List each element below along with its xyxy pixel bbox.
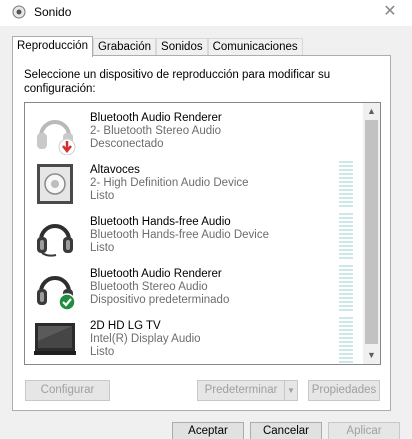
device-name: 2D HD LG TV	[90, 320, 161, 332]
apply-button[interactable]: Aplicar	[328, 422, 400, 439]
tab-communications[interactable]: Comunicaciones	[207, 38, 303, 56]
set-default-dropdown-icon[interactable]: ▼	[284, 380, 298, 401]
headphones-default-icon	[37, 276, 76, 311]
device-description: 2- Bluetooth Stereo Audio	[90, 125, 222, 137]
set-default-button[interactable]: Predeterminar	[197, 380, 285, 401]
device-item[interactable]: Bluetooth Audio Renderer Bluetooth Stere…	[25, 263, 365, 315]
device-status: Listo	[90, 346, 115, 358]
speaker-app-icon	[12, 5, 26, 19]
device-status: Desconectado	[90, 138, 164, 150]
headphones-disconnected-icon	[37, 120, 76, 155]
monitor-icon	[34, 323, 76, 355]
device-name: Altavoces	[90, 164, 140, 176]
window-title: Sonido	[34, 5, 72, 19]
volume-level-meter	[339, 161, 353, 207]
title-bar: Sonido ✕	[0, 0, 412, 26]
device-description: Intel(R) Display Audio	[90, 333, 201, 345]
vertical-scrollbar[interactable]: ▲ ▼	[363, 103, 380, 364]
tab-playback[interactable]: Reproducción	[12, 36, 93, 57]
device-item[interactable]: Bluetooth Hands-free Audio Bluetooth Han…	[25, 211, 365, 263]
device-status: Listo	[90, 242, 115, 254]
volume-level-meter	[339, 317, 353, 363]
device-status: Dispositivo predeterminado	[90, 294, 230, 306]
configure-button[interactable]: Configurar	[25, 380, 110, 401]
tab-sounds[interactable]: Sonidos	[156, 38, 208, 56]
headset-icon	[37, 224, 73, 257]
tab-recording[interactable]: Grabación	[92, 38, 157, 56]
device-description: Bluetooth Hands-free Audio Device	[90, 229, 269, 241]
accept-button[interactable]: Aceptar	[172, 422, 244, 439]
speaker-icon	[37, 164, 73, 204]
device-name: Bluetooth Audio Renderer	[90, 112, 222, 124]
playback-panel: Seleccione un dispositivo de reproducció…	[12, 55, 391, 411]
device-description: 2- High Definition Audio Device	[90, 177, 249, 189]
device-item[interactable]: Bluetooth Audio Renderer 2- Bluetooth St…	[25, 107, 365, 159]
panel-prompt: Seleccione un dispositivo de reproducció…	[24, 69, 331, 95]
cancel-button[interactable]: Cancelar	[250, 422, 322, 439]
volume-level-meter	[339, 265, 353, 311]
device-item[interactable]: Altavoces 2- High Definition Audio Devic…	[25, 159, 365, 211]
scrollbar-thumb[interactable]	[365, 120, 378, 344]
close-window-button[interactable]: ✕	[368, 0, 412, 26]
device-name: Bluetooth Audio Renderer	[90, 268, 222, 280]
scroll-up-icon[interactable]: ▲	[363, 103, 380, 120]
scroll-down-icon[interactable]: ▼	[363, 347, 380, 364]
tab-strip: Reproducción Grabación Sonidos Comunicac…	[12, 36, 303, 57]
properties-button[interactable]: Propiedades	[308, 380, 380, 401]
device-list[interactable]: Bluetooth Audio Renderer 2- Bluetooth St…	[24, 102, 381, 365]
device-name: Bluetooth Hands-free Audio	[90, 216, 231, 228]
device-status: Listo	[90, 190, 115, 202]
volume-level-meter	[339, 213, 353, 259]
device-item[interactable]: 2D HD LG TV Intel(R) Display Audio Listo	[25, 315, 365, 364]
device-description: Bluetooth Stereo Audio	[90, 281, 208, 293]
